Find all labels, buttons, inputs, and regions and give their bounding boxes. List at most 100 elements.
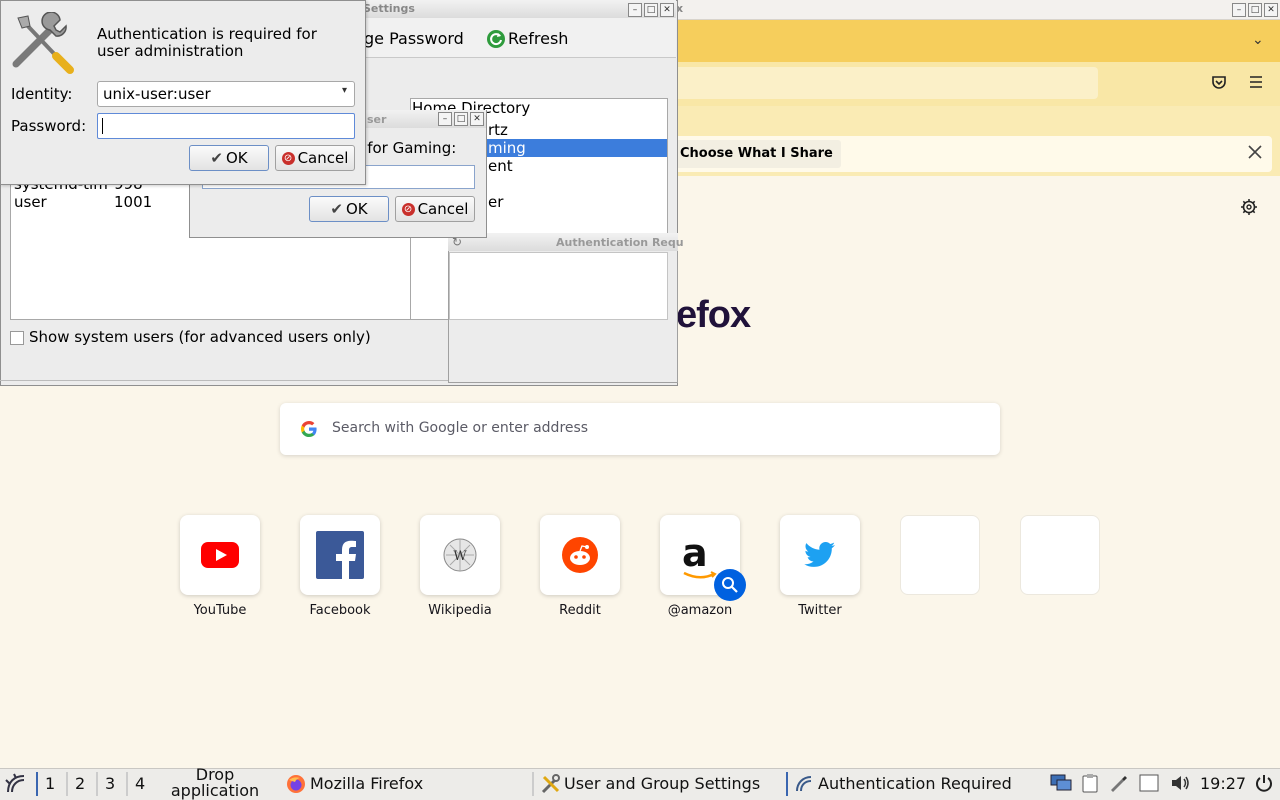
workspace-1[interactable]: 1 [45,774,55,793]
gaming-close-button[interactable]: ✕ [470,112,484,126]
identity-label: Identity: [11,85,73,103]
shortcut-label: Twitter [798,603,842,618]
tools-icon [10,11,76,78]
search-icon [722,577,738,593]
firefox-maximize-button[interactable]: □ [1248,3,1262,17]
task-separator [786,772,788,796]
gaming-minimize-button[interactable]: – [438,112,452,126]
gaming-ok-button[interactable]: ✔ OK [309,196,389,222]
change-password-button[interactable]: ge Password [364,29,464,48]
shortcut-facebook[interactable] [300,515,380,595]
task-user-group-settings[interactable]: User and Group Settings [564,774,760,793]
wikipedia-icon: W [442,537,478,577]
cancel-label: Cancel [297,149,349,167]
power-icon[interactable] [1254,773,1274,797]
reddit-icon [562,537,598,577]
dropdown-arrow-icon: ▾ [341,85,347,96]
refresh-button[interactable]: Refresh [508,29,568,48]
youtube-icon [201,542,239,572]
show-system-users-checkbox[interactable] [10,331,24,345]
shortcut-label: Facebook [309,603,371,618]
checkmark-icon: ✔ [330,200,343,218]
task-separator [532,772,534,796]
list-item[interactable]: ent [488,157,513,175]
facebook-icon [316,531,364,583]
workspace-separator [66,772,68,796]
auth-cancel-button[interactable]: ⊘ Cancel [275,145,355,171]
user-name-cell[interactable]: user [14,193,47,211]
shortcut-wikipedia[interactable]: W [420,515,500,595]
task-authentication-required[interactable]: Authentication Required [818,774,1012,793]
gaming-cancel-button[interactable]: ⊘ Cancel [395,196,475,222]
shortcut-empty[interactable] [900,515,980,595]
search-shortcut-badge [714,569,746,601]
firefox-close-button[interactable]: ✕ [1264,3,1278,17]
app-menu-icon[interactable] [1248,74,1264,94]
shortcut-empty[interactable] [1020,515,1100,595]
workspace-separator [96,772,98,796]
gaming-password-title: ser [367,113,387,126]
firefox-icon [286,774,306,798]
list-item[interactable]: rtz [488,121,508,139]
shortcut-label: YouTube [193,603,247,618]
settings-maximize-button[interactable]: □ [644,3,658,17]
workspace-4[interactable]: 4 [135,774,145,793]
auth-ok-button[interactable]: ✔ OK [189,145,269,171]
user-group-settings-title: Settings [363,2,415,15]
clock: 19:27 [1200,774,1247,793]
list-all-tabs-icon[interactable]: ⌄ [1252,32,1264,48]
text-cursor [102,118,103,134]
shortcut-label: @amazon [667,603,733,618]
shortcut-label: Reddit [559,603,601,618]
auth-content-area [449,252,668,320]
list-item[interactable]: er [488,193,503,211]
ok-label: OK [345,200,368,218]
svg-text:W: W [453,549,467,564]
auth-icon [794,774,814,798]
notes-icon[interactable] [1138,773,1160,797]
workspace-2[interactable]: 2 [75,774,85,793]
password-input[interactable] [97,113,355,139]
task-firefox[interactable]: Mozilla Firefox [310,774,423,793]
shortcut-label: Wikipedia [428,603,492,618]
password-label: Password: [11,117,87,135]
checkmark-icon: ✔ [210,149,223,167]
user-id-cell[interactable]: 1001 [114,193,152,211]
authentication-required-title: Authentication Requ [556,236,684,249]
cancel-label: Cancel [417,200,469,218]
shortcut-youtube[interactable] [180,515,260,595]
network-icon[interactable] [1050,773,1072,797]
cancel-icon: ⊘ [281,151,295,165]
cancel-icon: ⊘ [401,202,415,216]
pocket-icon[interactable] [1210,74,1228,96]
workspace-separator [126,772,128,796]
gaming-maximize-button[interactable]: □ [454,112,468,126]
tools-icon [540,773,562,799]
search-placeholder: Search with Google or enter address [332,420,589,436]
workspace-separator [36,772,38,796]
identity-select[interactable]: unix-user:user ▾ [97,81,355,107]
authentication-message: Authentication is required for user admi… [97,25,317,60]
twitter-icon [804,541,836,573]
start-menu-icon[interactable] [4,772,28,800]
ok-label: OK [225,149,248,167]
firefox-wordmark: efox [676,294,751,336]
shortcut-twitter[interactable] [780,515,860,595]
amazon-smile-icon [682,567,718,585]
firefox-minimize-button[interactable]: – [1232,3,1246,17]
personalize-gear-icon[interactable] [1240,198,1258,220]
clipboard-icon[interactable] [1080,773,1100,797]
refresh-icon [486,29,506,53]
workspace-3[interactable]: 3 [105,774,115,793]
settings-close-button[interactable]: ✕ [660,3,674,17]
list-item-selected[interactable]: ming [488,139,526,157]
settings-minimize-button[interactable]: – [628,3,642,17]
volume-icon[interactable] [1170,773,1192,797]
show-system-users-label: Show system users (for advanced users on… [29,328,371,346]
drop-launcher-area[interactable]: Drop application icons here [150,767,280,800]
shortcut-reddit[interactable] [540,515,620,595]
choose-what-i-share-button[interactable]: Choose What I Share [672,140,841,168]
close-notification-icon[interactable] [1246,143,1264,165]
identity-value: unix-user:user [103,85,211,103]
pen-icon[interactable] [1108,773,1128,797]
